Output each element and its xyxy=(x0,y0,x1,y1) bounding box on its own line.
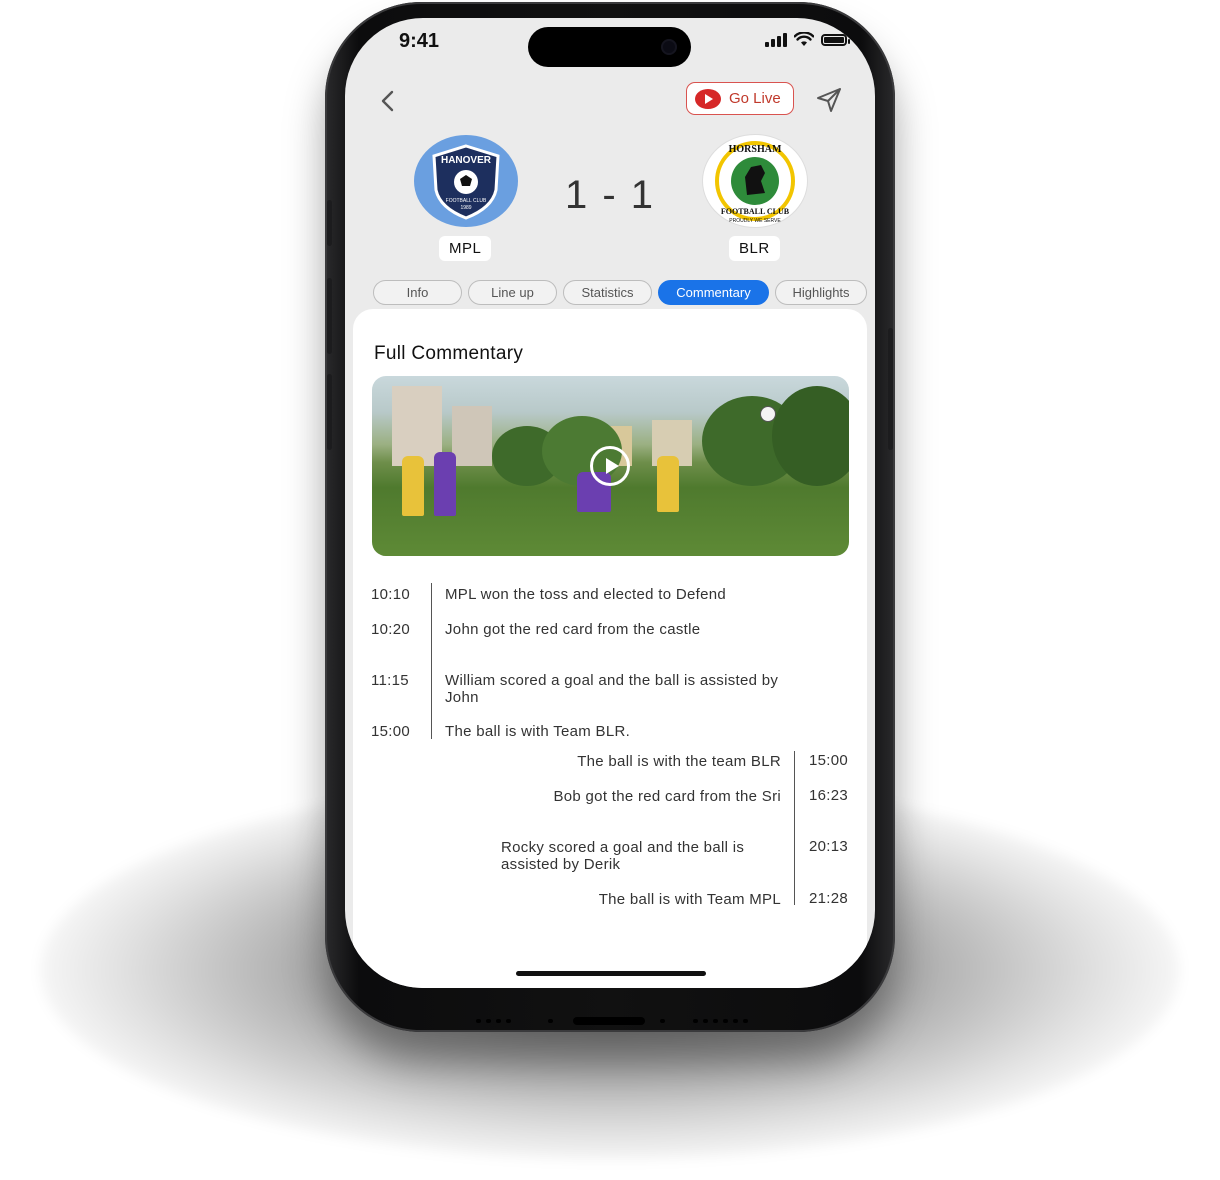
away-event-time: 20:13 xyxy=(809,838,849,855)
home-team-name: MPL xyxy=(439,236,492,261)
horsham-crest-icon: HORSHAM FOOTBALL CLUB PROUDLY WE SERVE xyxy=(715,141,795,224)
wifi-icon xyxy=(794,32,814,46)
match-tabs: Info Line up Statistics Commentary Highl… xyxy=(373,280,867,305)
away-event-text: The ball is with the team BLR xyxy=(577,753,781,770)
tab-commentary[interactable]: Commentary xyxy=(658,280,769,305)
home-event-time: 15:00 xyxy=(371,723,411,740)
send-icon[interactable] xyxy=(815,86,843,114)
home-team-logo[interactable]: HANOVER FOOTBALL CLUB 1989 xyxy=(414,135,518,227)
home-event-text: MPL won the toss and elected to Defend xyxy=(445,586,727,603)
away-event-text: Rocky scored a goal and the ball is assi… xyxy=(501,839,745,873)
svg-text:FOOTBALL CLUB: FOOTBALL CLUB xyxy=(446,198,487,204)
screw xyxy=(548,1019,553,1023)
commentary-card: Full Commentary 10:10 MPL won the toss a… xyxy=(353,309,867,988)
hanover-crest-icon: HANOVER FOOTBALL CLUB 1989 xyxy=(432,144,500,220)
screw xyxy=(660,1019,665,1023)
power-button xyxy=(888,328,893,450)
home-event-text: The ball is with Team BLR. xyxy=(445,723,631,740)
camera-icon xyxy=(661,39,677,55)
speaker-grill xyxy=(693,1019,748,1023)
home-event-text: John got the red card from the castle xyxy=(445,621,701,638)
back-chevron-icon[interactable] xyxy=(375,88,401,114)
svg-text:FOOTBALL CLUB: FOOTBALL CLUB xyxy=(721,207,790,216)
video-thumbnail[interactable] xyxy=(372,376,849,556)
svg-text:HORSHAM: HORSHAM xyxy=(729,144,782,155)
away-event-time: 16:23 xyxy=(809,787,849,804)
volume-down-button xyxy=(327,374,332,450)
dynamic-island xyxy=(528,27,691,67)
volume-up-button xyxy=(327,278,332,354)
home-event-text: William scored a goal and the ball is as… xyxy=(445,672,779,706)
away-event-time: 21:28 xyxy=(809,890,849,907)
go-live-button[interactable]: Go Live xyxy=(686,82,794,115)
commentary-title: Full Commentary xyxy=(374,343,524,364)
signal-icon xyxy=(765,32,787,47)
away-event-time: 15:00 xyxy=(809,752,849,769)
away-timeline-line xyxy=(794,751,795,905)
home-indicator[interactable] xyxy=(516,971,706,976)
svg-text:PROUDLY WE SERVE: PROUDLY WE SERVE xyxy=(729,218,781,224)
play-icon[interactable] xyxy=(590,446,630,486)
match-score: 1 - 1 xyxy=(564,173,656,217)
ball-icon xyxy=(760,406,776,422)
status-icons xyxy=(765,32,850,47)
away-event-text: The ball is with Team MPL xyxy=(598,891,781,908)
away-team-name: BLR xyxy=(729,236,780,261)
home-event-time: 11:15 xyxy=(371,672,409,689)
tab-statistics[interactable]: Statistics xyxy=(563,280,652,305)
phone-screen: 9:41 Go Live HANOVER FOOTBALL CLUB 1989 xyxy=(345,18,875,988)
svg-text:1989: 1989 xyxy=(460,205,471,211)
home-event-time: 10:10 xyxy=(371,586,411,603)
youtube-play-icon xyxy=(695,88,721,109)
tab-highlights[interactable]: Highlights xyxy=(775,280,867,305)
home-event-time: 10:20 xyxy=(371,621,411,638)
speaker-grill xyxy=(476,1019,511,1023)
charging-port xyxy=(573,1017,645,1025)
tab-line-up[interactable]: Line up xyxy=(468,280,557,305)
go-live-label: Go Live xyxy=(729,90,781,107)
away-team-logo[interactable]: HORSHAM FOOTBALL CLUB PROUDLY WE SERVE xyxy=(703,135,807,227)
mute-switch xyxy=(327,200,332,246)
svg-text:HANOVER: HANOVER xyxy=(441,155,492,166)
away-event-text: Bob got the red card from the Sri xyxy=(553,788,781,805)
home-timeline-line xyxy=(431,583,432,739)
battery-icon xyxy=(821,33,850,46)
status-time: 9:41 xyxy=(399,30,440,52)
tab-info[interactable]: Info xyxy=(373,280,462,305)
